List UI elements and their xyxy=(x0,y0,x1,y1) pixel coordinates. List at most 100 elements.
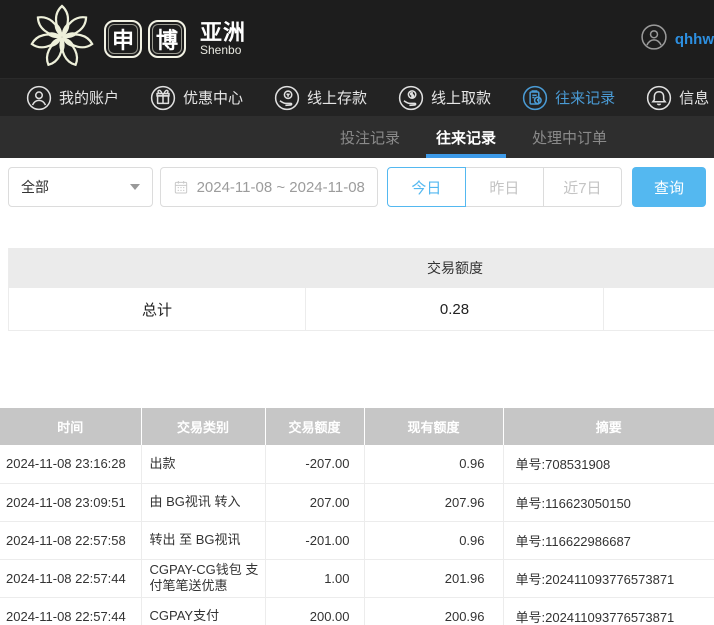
nav-label: 线上存款 xyxy=(307,87,367,108)
summary-table: 交易额度 总计 0.28 xyxy=(8,248,714,331)
cell-type: 出款 xyxy=(141,445,265,483)
search-button-label: 查询 xyxy=(654,177,684,198)
cell-memo: 单号:708531908 xyxy=(503,445,714,483)
main-nav: 我的账户 优惠中心 线上存款 线上取款 往来记录 信息 xyxy=(0,78,714,116)
chevron-down-icon xyxy=(130,184,140,190)
date-range-input[interactable]: 2024-11-08 ~ 2024-11-08 xyxy=(160,167,378,207)
yesterday-button[interactable]: 昨日 xyxy=(465,167,544,207)
table-row: 2024-11-08 22:57:58 转出 至 BG视讯 -201.00 0.… xyxy=(0,521,714,559)
nav-item-deposit[interactable]: 线上存款 xyxy=(274,85,367,111)
cell-type: 转出 至 BG视讯 xyxy=(141,521,265,559)
top-header: 申 博 亚洲 Shenbo qhhw xyxy=(0,0,714,78)
column-header-amount: 交易额度 xyxy=(265,408,364,445)
summary-header-spacer xyxy=(604,248,714,288)
summary-header-row: 交易额度 xyxy=(9,248,714,288)
cell-amount: -207.00 xyxy=(265,445,364,483)
summary-empty-cell xyxy=(604,288,714,330)
calendar-icon xyxy=(173,179,189,195)
cell-amount: 200.00 xyxy=(265,597,364,625)
today-button[interactable]: 今日 xyxy=(387,167,466,207)
logo-subtitle: Shenbo xyxy=(200,44,246,57)
tab-transaction-records[interactable]: 往来记录 xyxy=(426,116,506,158)
sub-nav: 投注记录 往来记录 处理中订单 xyxy=(0,116,714,158)
transactions-table: 时间 交易类别 交易额度 现有额度 摘要 2024-11-08 23:16:28… xyxy=(0,408,714,625)
cell-memo: 单号:202411093776573871 xyxy=(503,559,714,597)
logo-region-text: 亚洲 xyxy=(200,21,246,44)
table-row: 2024-11-08 23:09:51 由 BG视讯 转入 207.00 207… xyxy=(0,483,714,521)
date-range-value: 2024-11-08 ~ 2024-11-08 xyxy=(197,179,365,196)
bell-icon xyxy=(646,85,672,111)
cell-type: 由 BG视讯 转入 xyxy=(141,483,265,521)
nav-label: 我的账户 xyxy=(59,87,119,108)
cell-time: 2024-11-08 23:09:51 xyxy=(0,483,141,521)
cell-type: CGPAY支付 xyxy=(141,597,265,625)
search-button[interactable]: 查询 xyxy=(632,167,706,207)
deposit-icon xyxy=(274,85,300,111)
logo-region: 亚洲 Shenbo xyxy=(200,21,246,57)
nav-item-promotions[interactable]: 优惠中心 xyxy=(150,85,243,111)
cell-balance: 200.96 xyxy=(364,597,503,625)
nav-item-my-account[interactable]: 我的账户 xyxy=(26,85,119,111)
nav-item-withdraw[interactable]: 线上取款 xyxy=(398,85,491,111)
nav-label: 信息 xyxy=(679,87,709,108)
summary-total-label: 总计 xyxy=(9,288,306,330)
cell-type: CGPAY-CG钱包 支付笔笔送优惠 xyxy=(141,559,265,597)
cell-balance: 201.96 xyxy=(364,559,503,597)
cell-memo: 单号:116623050150 xyxy=(503,483,714,521)
tab-betting-records[interactable]: 投注记录 xyxy=(330,116,410,158)
cell-balance: 0.96 xyxy=(364,445,503,483)
logo-characters: 申 博 xyxy=(104,20,186,58)
quick-range-label: 昨日 xyxy=(489,177,519,198)
tab-label: 处理中订单 xyxy=(532,127,607,148)
column-header-balance: 现有额度 xyxy=(364,408,503,445)
user-avatar-icon xyxy=(641,24,667,55)
user-icon xyxy=(26,85,52,111)
cell-balance: 207.96 xyxy=(364,483,503,521)
brand-logo[interactable]: 申 博 亚洲 Shenbo xyxy=(30,3,246,76)
cell-amount: 207.00 xyxy=(265,483,364,521)
category-select[interactable]: 全部 xyxy=(8,167,153,207)
logo-char-shen: 申 xyxy=(104,20,142,58)
category-select-value: 全部 xyxy=(21,177,49,197)
nav-item-transaction-records[interactable]: 往来记录 xyxy=(522,85,615,111)
nav-item-messages[interactable]: 信息 xyxy=(646,85,709,111)
summary-total-row: 总计 0.28 xyxy=(9,288,714,330)
cell-time: 2024-11-08 22:57:58 xyxy=(0,521,141,559)
cell-time: 2024-11-08 23:16:28 xyxy=(0,445,141,483)
last-7-days-button[interactable]: 近7日 xyxy=(543,167,622,207)
username-text[interactable]: qhhw xyxy=(675,31,714,48)
logo-char-bo: 博 xyxy=(148,20,186,58)
cell-time: 2024-11-08 22:57:44 xyxy=(0,559,141,597)
column-header-type: 交易类别 xyxy=(141,408,265,445)
table-header-row: 时间 交易类别 交易额度 现有额度 摘要 xyxy=(0,408,714,445)
quick-range-group: 今日 昨日 近7日 xyxy=(387,167,622,207)
withdraw-icon xyxy=(398,85,424,111)
user-account[interactable]: qhhw xyxy=(641,24,714,55)
cell-time: 2024-11-08 22:57:44 xyxy=(0,597,141,625)
summary-total-value: 0.28 xyxy=(306,288,604,330)
records-icon xyxy=(522,85,548,111)
quick-range-label: 近7日 xyxy=(563,177,601,198)
tab-processing-orders[interactable]: 处理中订单 xyxy=(522,116,617,158)
cell-memo: 单号:116622986687 xyxy=(503,521,714,559)
filter-bar: 全部 2024-11-08 ~ 2024-11-08 今日 昨日 近7日 查询 xyxy=(8,167,706,207)
nav-label: 优惠中心 xyxy=(183,87,243,108)
cell-memo: 单号:202411093776573871 xyxy=(503,597,714,625)
quick-range-label: 今日 xyxy=(411,177,441,198)
tab-label: 投注记录 xyxy=(340,127,400,148)
cell-balance: 0.96 xyxy=(364,521,503,559)
nav-label: 线上取款 xyxy=(431,87,491,108)
column-header-time: 时间 xyxy=(0,408,141,445)
summary-header-spacer xyxy=(9,248,306,288)
table-row: 2024-11-08 23:16:28 出款 -207.00 0.96 单号:7… xyxy=(0,445,714,483)
tab-label: 往来记录 xyxy=(436,127,496,148)
cell-amount: 1.00 xyxy=(265,559,364,597)
gift-icon xyxy=(150,85,176,111)
table-row: 2024-11-08 22:57:44 CGPAY-CG钱包 支付笔笔送优惠 1… xyxy=(0,559,714,597)
column-header-memo: 摘要 xyxy=(503,408,714,445)
flower-logo-icon xyxy=(30,3,94,76)
summary-header-label: 交易额度 xyxy=(306,248,604,288)
table-row: 2024-11-08 22:57:44 CGPAY支付 200.00 200.9… xyxy=(0,597,714,625)
cell-amount: -201.00 xyxy=(265,521,364,559)
nav-label: 往来记录 xyxy=(555,87,615,108)
